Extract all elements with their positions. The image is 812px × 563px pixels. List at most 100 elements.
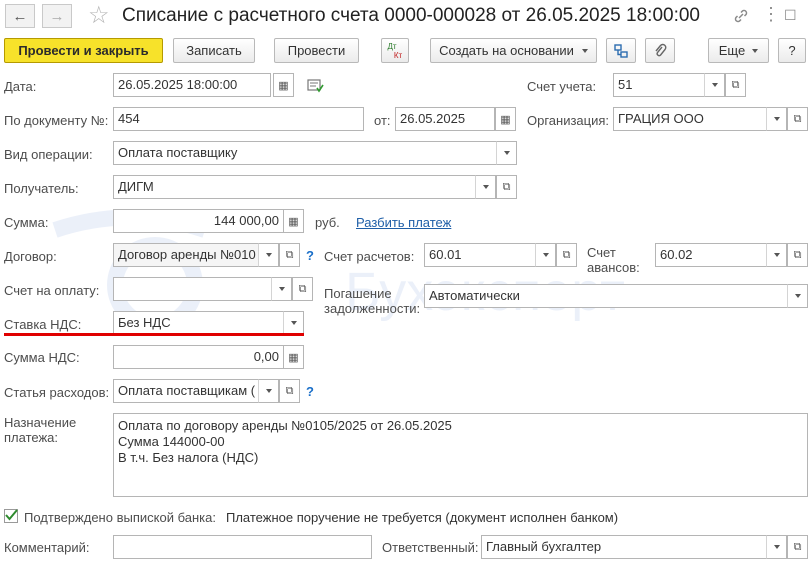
save-button[interactable]: Записать [173,38,255,63]
org-dropdown-button[interactable] [766,107,787,131]
document-list-icon[interactable] [307,79,325,93]
date-label: Дата: [4,79,37,94]
repay-label-1: Погашение [324,286,392,301]
expense-field[interactable]: Оплата поставщикам ( [113,379,259,403]
optype-field[interactable]: Оплата поставщику [113,141,497,165]
from-date-field[interactable]: 26.05.2025 [395,107,495,131]
open-icon: ⧉ [285,384,294,397]
expense-dropdown-button[interactable] [258,379,279,403]
structure-button[interactable] [606,38,636,63]
window-title: Списание с расчетного счета 0000-000028 … [122,5,700,26]
back-button[interactable]: ← [5,4,35,28]
responsible-open-button[interactable]: ⧉ [787,535,808,559]
from-label: от: [374,113,391,128]
open-icon: ⧉ [502,180,511,193]
checkmark-icon [5,509,18,521]
recipient-field[interactable]: ДИГМ [113,175,476,199]
calendar-button[interactable]: ▦ [273,73,294,97]
favorite-star-icon[interactable]: ☆ [88,2,110,30]
account-field[interactable]: 51 [613,73,705,97]
date-field[interactable]: 26.05.2025 18:00:00 [113,73,271,97]
advance-acc-open-button[interactable]: ⧉ [787,243,808,267]
settle-acc-label: Счет расчетов: [324,249,415,264]
split-payment-link[interactable]: Разбить платеж [356,215,451,230]
advance-acc-label-2: авансов: [587,260,640,275]
contract-open-button[interactable]: ⧉ [279,243,300,267]
attach-button[interactable] [645,38,675,63]
more-vertical-icon[interactable]: ⋮ [762,4,780,25]
contract-dropdown-button[interactable] [258,243,279,267]
dt-kt-button[interactable]: Дт Кт [381,38,409,63]
responsible-dropdown-button[interactable] [766,535,787,559]
confirmed-checkbox[interactable] [4,509,18,523]
invoice-field[interactable] [113,277,272,301]
create-based-on-button[interactable]: Создать на основании [430,38,597,63]
dt-label: Дт [387,41,397,51]
docnum-field[interactable]: 454 [113,107,364,131]
help-button[interactable]: ? [778,38,806,63]
purpose-textarea[interactable]: Оплата по договору аренды №0105/2025 от … [113,413,808,497]
org-field[interactable]: ГРАЦИЯ ООО [613,107,767,131]
advance-acc-dropdown-button[interactable] [766,243,787,267]
account-label: Счет учета: [527,79,597,94]
calculator-button[interactable]: ▦ [283,209,304,233]
more-button[interactable]: Еще [708,38,769,63]
post-button[interactable]: Провести [274,38,359,63]
optype-label: Вид операции: [4,147,93,162]
confirmed-label: Подтверждено выпиской банка: [24,510,216,525]
expense-open-button[interactable]: ⧉ [279,379,300,403]
paperclip-icon [655,43,667,56]
contract-help-icon[interactable]: ? [306,248,314,263]
link-icon[interactable] [733,8,749,24]
settle-acc-open-button[interactable]: ⧉ [556,243,577,267]
open-icon: ⧉ [793,248,802,261]
purpose-label-1: Назначение [4,415,77,430]
invoice-open-button[interactable]: ⧉ [292,277,313,301]
org-open-button[interactable]: ⧉ [787,107,808,131]
vat-calculator-button[interactable]: ▦ [283,345,304,369]
create-based-on-label: Создать на основании [439,43,574,58]
maximize-icon[interactable]: ☐ [784,7,797,24]
recipient-dropdown-button[interactable] [475,175,496,199]
from-calendar-button[interactable]: ▦ [495,107,516,131]
responsible-field[interactable]: Главный бухгалтер [481,535,767,559]
vat-rate-dropdown-button[interactable] [283,311,304,335]
invoice-dropdown-button[interactable] [271,277,292,301]
calendar-icon: ▦ [500,113,511,126]
vat-sum-field[interactable]: 0,00 [113,345,284,369]
repay-field[interactable]: Автоматически [424,284,788,308]
chevron-down-icon [581,48,588,53]
open-icon: ⧉ [731,78,740,91]
contract-field[interactable]: Договор аренды №010 [113,243,259,267]
optype-dropdown-button[interactable] [496,141,517,165]
open-icon: ⧉ [793,540,802,553]
comment-field[interactable] [113,535,372,559]
settle-acc-dropdown-button[interactable] [535,243,556,267]
responsible-label: Ответственный: [382,540,479,555]
repay-label-2: задолженности: [324,301,421,316]
account-open-button[interactable]: ⧉ [725,73,746,97]
docnum-label: По документу №: [4,113,109,128]
chevron-down-icon [752,48,759,53]
settle-acc-field[interactable]: 60.01 [424,243,536,267]
advance-acc-field[interactable]: 60.02 [655,243,767,267]
currency-label: руб. [315,215,340,230]
arrow-left-icon: ← [12,7,28,25]
account-dropdown-button[interactable] [704,73,725,97]
open-icon: ⧉ [562,248,571,261]
forward-button[interactable]: → [42,4,72,28]
expense-help-icon[interactable]: ? [306,384,314,399]
more-label: Еще [718,43,746,58]
vat-sum-label: Сумма НДС: [4,350,80,365]
open-icon: ⧉ [285,248,294,261]
vat-rate-field[interactable]: Без НДС [113,311,284,335]
sum-label: Сумма: [4,215,49,230]
repay-dropdown-button[interactable] [787,284,808,308]
post-and-close-button[interactable]: Провести и закрыть [4,38,163,63]
recipient-open-button[interactable]: ⧉ [496,175,517,199]
calculator-icon: ▦ [288,215,299,228]
vat-rate-label: Ставка НДС: [4,317,82,332]
sum-field[interactable]: 144 000,00 [113,209,284,233]
kt-label: Кт [393,50,403,60]
expense-label: Статья расходов: [4,385,110,400]
